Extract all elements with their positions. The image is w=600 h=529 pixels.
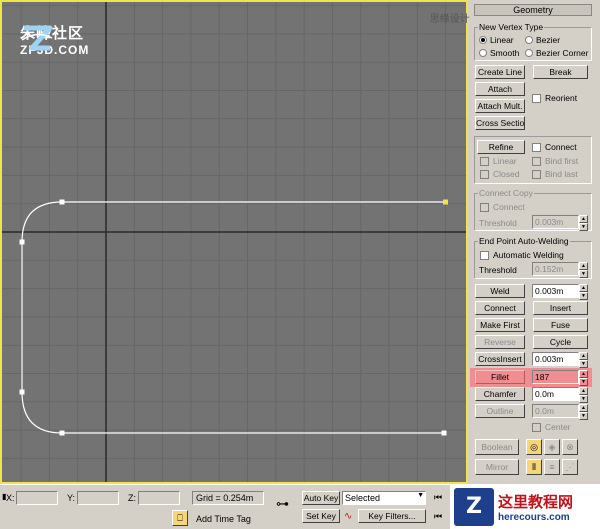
connect-button[interactable]: Connect [475,301,525,315]
spline-vertex [19,239,25,245]
set-key-button[interactable]: Set Key [302,509,340,523]
boolean-intersect-icon[interactable]: ⊗ [562,439,578,455]
bottom-logo-en: herecours.com [498,511,570,523]
spline-shape [21,201,446,434]
make-first-button[interactable]: Make First [475,318,525,332]
crossinsert-button[interactable]: CrossInsert [475,352,525,366]
mirror-button[interactable]: Mirror [475,459,519,475]
chamfer-spinner[interactable]: 0.0m ▲ ▼ [532,387,588,403]
spline-vertex [19,389,25,395]
z-field[interactable] [138,491,180,505]
spline-vertex-selected [443,199,448,205]
refine-button[interactable]: Refine [477,140,525,154]
bind-first-checkbox[interactable]: Bind first [532,156,578,166]
connect-copy-checkbox[interactable]: Connect [480,202,525,212]
connect-copy-threshold-label: Threshold [479,218,517,228]
weld-button[interactable]: Weld [475,284,525,298]
spline-vertex [441,430,447,436]
fillet-spinner[interactable]: 187 ▲ ▼ [532,370,588,386]
bottom-watermark: Z 这里教程网 herecours.com [450,484,600,529]
cross-section-button[interactable]: Cross Section [475,116,525,130]
viewport[interactable]: 朱峰社区 ZF3D.COM [0,0,468,484]
break-button[interactable]: Break [533,65,588,79]
chevron-down-icon: ▼ [417,492,424,499]
radio-smooth[interactable]: Smooth [479,48,519,58]
linear-checkbox[interactable]: Linear [480,156,517,166]
goto-start-icon[interactable]: ⏮ [434,492,442,503]
key-icon[interactable]: ⊶ [276,496,289,512]
connect-checkbox[interactable]: Connect [532,142,577,152]
mirror-both-icon[interactable]: ⋰ [562,459,578,475]
auto-weld-threshold-label: Threshold [479,265,517,275]
cycle-button[interactable]: Cycle [533,335,588,349]
chamfer-button[interactable]: Chamfer [475,387,525,401]
zf3d-logo: 朱峰社区 ZF3D.COM [20,22,89,57]
grid-readout: Grid = 0.254m [192,491,264,505]
bind-last-checkbox[interactable]: Bind last [532,169,578,179]
insert-button[interactable]: Insert [533,301,588,315]
closed-checkbox[interactable]: Closed [480,169,519,179]
connect-copy-label: Connect Copy [478,188,534,198]
add-time-tag-label[interactable]: Add Time Tag [196,514,251,524]
command-panel: Geometry New Vertex Type Linear Bezier S… [470,0,600,484]
center-checkbox[interactable]: Center [532,422,571,432]
geometry-rollout-header[interactable]: Geometry [474,4,592,16]
z-label: Z: [128,493,136,503]
y-field[interactable] [77,491,119,505]
boolean-button[interactable]: Boolean [475,439,519,455]
selection-dropdown[interactable]: Selected ▼ [342,491,426,505]
key-filters-button[interactable]: Key Filters... [358,509,426,523]
attach-button[interactable]: Attach [475,82,525,96]
auto-weld-threshold-spinner[interactable]: 0.152m ▲ ▼ [532,262,588,278]
mirror-horizontal-icon[interactable]: ⫴ [526,459,542,475]
spline-vertex [59,199,65,205]
mirror-vertical-icon[interactable]: ≡ [544,459,560,475]
bottom-logo-cn: 这里教程网 [498,492,574,511]
x-field[interactable] [16,491,58,505]
y-label: Y: [67,493,76,503]
goto-start-icon-2[interactable]: ⏮ [434,511,442,522]
x-label: X: [6,493,15,503]
z-logo-icon [21,25,53,51]
radio-bezier-corner[interactable]: Bezier Corner [525,48,588,58]
connect-copy-threshold-spinner[interactable]: 0.003m ▲ ▼ [532,215,588,231]
outline-spinner[interactable]: 0.0m ▲ ▼ [532,404,588,420]
reverse-button[interactable]: Reverse [475,335,525,349]
auto-key-button[interactable]: Auto Key [302,491,340,505]
auto-weld-label: End Point Auto-Welding [478,236,570,246]
fillet-button[interactable]: Fillet [475,370,525,384]
boolean-union-icon[interactable]: ◎ [526,439,542,455]
outline-button[interactable]: Outline [475,404,525,418]
radio-linear[interactable]: Linear [479,35,514,45]
time-tag-icon[interactable]: ⎕ [172,510,188,526]
spline-vertex [59,430,65,436]
attach-mult-button[interactable]: Attach Mult. [475,99,525,113]
reorient-checkbox[interactable]: Reorient [532,93,577,103]
z-badge-icon: Z [454,487,494,526]
curve-icon[interactable]: ∿ [344,511,352,522]
fuse-button[interactable]: Fuse [533,318,588,332]
boolean-subtract-icon[interactable]: ◈ [544,439,560,455]
crossinsert-spinner[interactable]: 0.003m ▲ ▼ [532,352,588,368]
automatic-welding-checkbox[interactable]: Automatic Welding [480,250,564,260]
new-vertex-type-label: New Vertex Type [478,22,545,32]
weld-spinner[interactable]: 0.003m ▲ ▼ [532,284,588,300]
create-line-button[interactable]: Create Line [475,65,525,79]
radio-bezier[interactable]: Bezier [525,35,560,45]
viewport-grid [2,2,466,482]
